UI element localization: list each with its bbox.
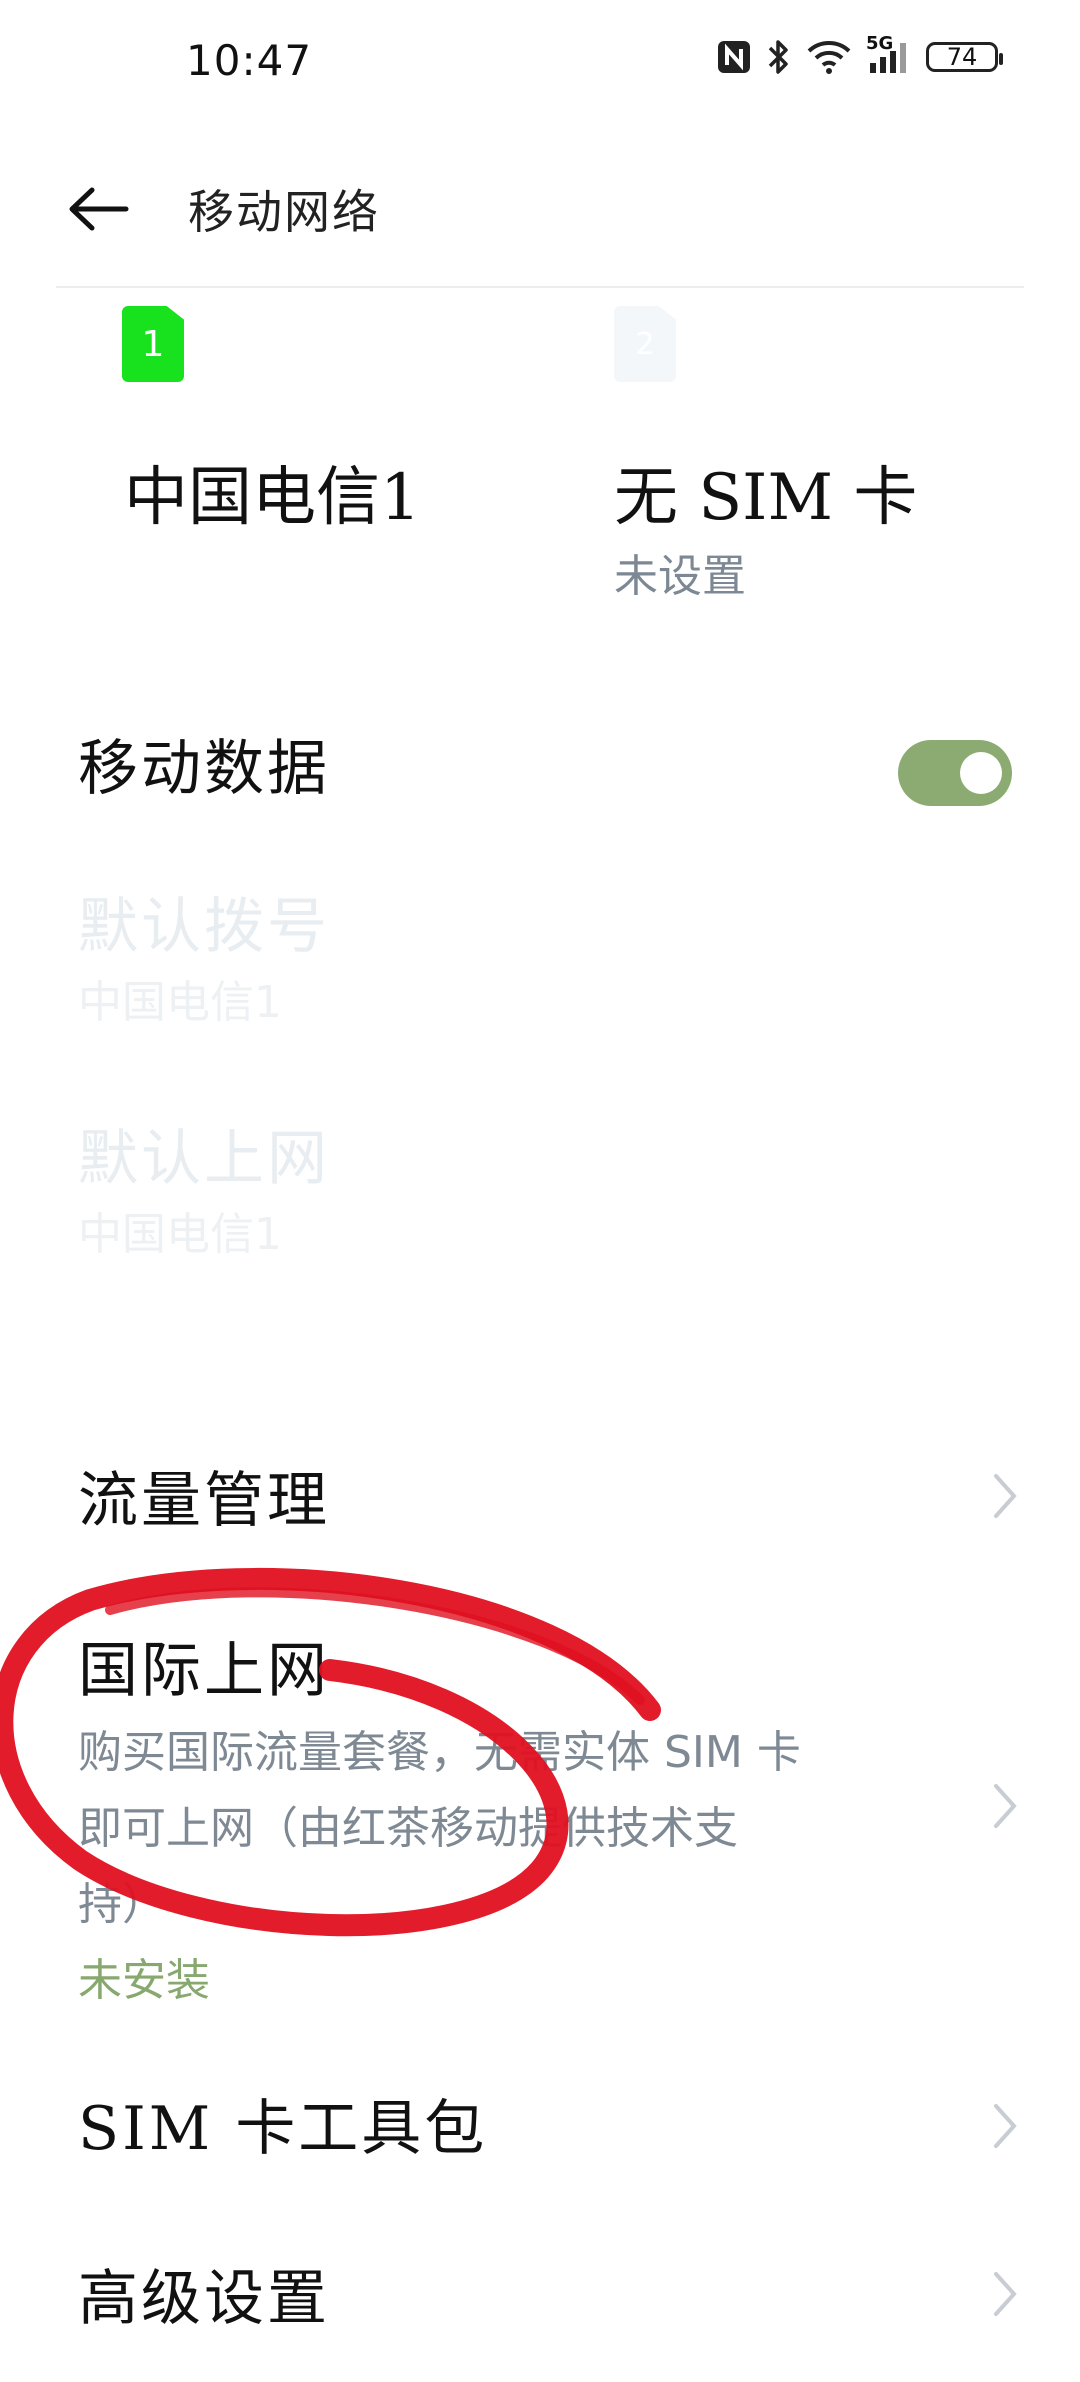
wifi-icon	[806, 39, 852, 75]
back-arrow-icon[interactable]	[66, 184, 132, 234]
sim-toolkit-row[interactable]: SIM 卡工具包	[78, 2080, 1020, 2170]
international-internet-label: 国际上网	[78, 1636, 330, 1706]
default-call-row: 默认拨号 中国电信1	[78, 878, 1020, 1041]
sim2-status: 未设置	[614, 551, 746, 602]
battery-level: 74	[946, 43, 978, 71]
mobile-data-row[interactable]: 移动数据	[78, 720, 1020, 807]
chevron-right-icon	[990, 1472, 1020, 1520]
sim1-card-icon: 1	[122, 306, 184, 382]
battery-icon: 74	[926, 42, 1003, 72]
default-data-row: 默认上网 中国电信1	[78, 1110, 1020, 1273]
toggle-knob	[960, 752, 1002, 794]
nfc-icon	[716, 39, 752, 75]
chevron-right-icon	[990, 2270, 1020, 2318]
sim2-name[interactable]: 无 SIM 卡	[614, 446, 917, 538]
cellular-signal-icon: 5G	[866, 33, 912, 75]
advanced-settings-row[interactable]: 高级设置	[78, 2250, 1020, 2340]
page-title: 移动网络	[188, 185, 380, 239]
status-bar: 10:47 5G 74	[0, 0, 1080, 120]
traffic-management-label: 流量管理	[78, 1466, 330, 1536]
status-icons: 5G 74	[716, 33, 1003, 76]
default-call-label: 默认拨号	[78, 892, 330, 962]
mobile-data-toggle[interactable]	[898, 740, 1012, 806]
sim2-badge-number: 2	[635, 326, 655, 362]
chevron-right-icon	[990, 1782, 1020, 1830]
traffic-management-row[interactable]: 流量管理	[78, 1452, 1020, 1542]
network-type-label: 5G	[866, 33, 894, 54]
default-data-label: 默认上网	[78, 1124, 330, 1194]
international-internet-row[interactable]: 国际上网 购买国际流量套餐，无需实体 SIM 卡 即可上网（由红茶移动提供技术支…	[78, 1622, 1020, 2006]
status-time: 10:47	[186, 36, 313, 85]
sim1-name[interactable]: 中国电信1	[124, 446, 421, 538]
bluetooth-icon	[766, 38, 792, 76]
international-internet-desc-2: 即可上网（由红茶移动提供技术支	[78, 1803, 738, 1854]
divider	[56, 286, 1024, 288]
international-internet-desc-1: 购买国际流量套餐，无需实体 SIM 卡	[78, 1727, 801, 1778]
sim2-card-icon: 2	[614, 306, 676, 382]
sim-toolkit-label: SIM 卡工具包	[78, 2094, 488, 2164]
international-internet-desc-3: 持）	[78, 1879, 166, 1930]
advanced-settings-label: 高级设置	[78, 2264, 330, 2334]
international-internet-status: 未安装	[78, 1955, 210, 2006]
sim1-badge-number: 1	[141, 323, 165, 365]
default-data-value: 中国电信1	[78, 1209, 282, 1260]
chevron-right-icon	[990, 2102, 1020, 2150]
app-bar: 移动网络	[0, 140, 1080, 270]
default-call-value: 中国电信1	[78, 977, 282, 1028]
mobile-data-label: 移动数据	[78, 734, 330, 804]
